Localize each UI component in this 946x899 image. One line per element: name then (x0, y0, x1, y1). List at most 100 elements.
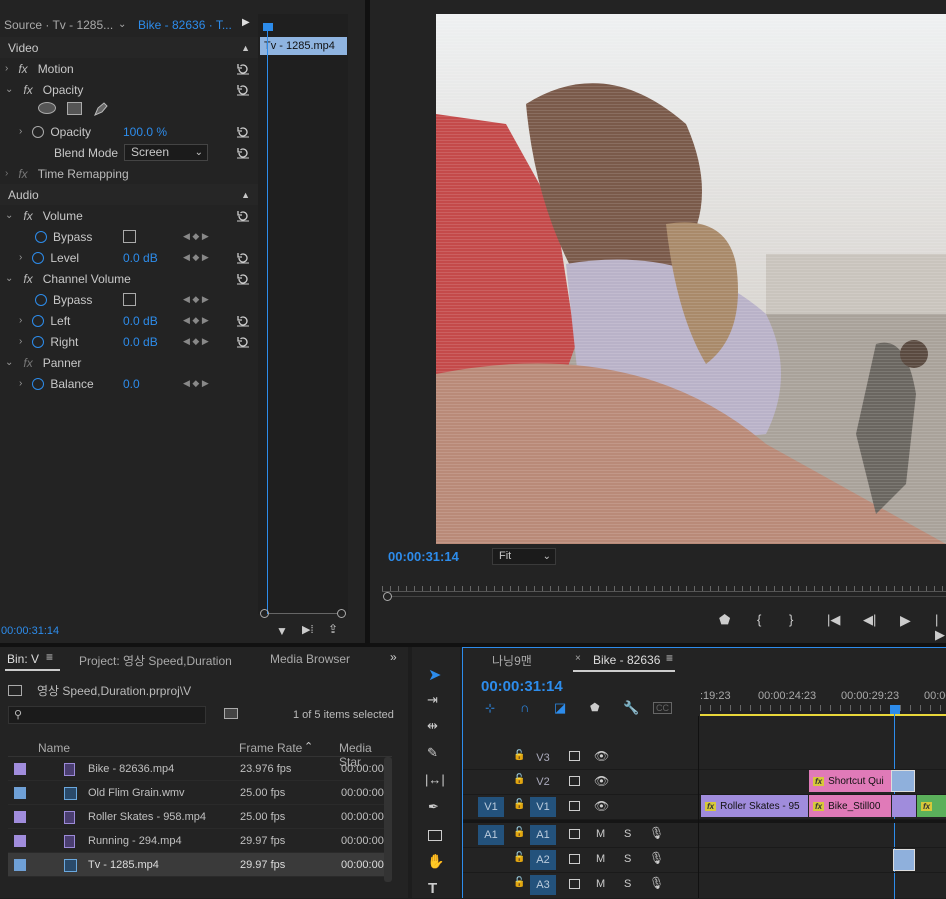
stopwatch-icon[interactable] (35, 293, 47, 306)
wrench-icon[interactable]: 🔧 (623, 700, 639, 716)
fx-icon[interactable]: fx (23, 209, 32, 223)
table-row[interactable]: Running - 294.mp4 29.97 fps 00:00:00 (8, 829, 384, 853)
add-marker-icon[interactable]: ⬟ (719, 612, 730, 628)
sync-lock-icon[interactable] (569, 854, 580, 864)
chevron-right-icon[interactable]: › (19, 336, 22, 347)
program-scrub-start[interactable] (383, 592, 392, 601)
sync-lock-icon[interactable] (569, 829, 580, 839)
keyframe-nav[interactable]: ◀ ◆ ▶ (183, 294, 209, 305)
reset-icon[interactable] (236, 62, 250, 76)
track-label[interactable]: A2 (530, 850, 556, 870)
ellipse-mask-icon[interactable] (38, 102, 56, 114)
timeline-timecode[interactable]: 00:00:31:14 (481, 678, 563, 695)
solo-button[interactable]: S (624, 878, 631, 890)
captions-icon[interactable]: CC (653, 702, 672, 714)
effect-panner[interactable]: ⌄ fx Panner (0, 352, 258, 373)
collapse-icon[interactable]: ▲ (241, 190, 250, 200)
slip-tool-icon[interactable]: |↔| (425, 772, 445, 787)
track-select-tool-icon[interactable]: ⇥ (427, 692, 438, 708)
program-scrubbar[interactable] (392, 596, 946, 597)
mute-button[interactable]: M (596, 853, 605, 865)
tab-bin[interactable]: Bin: V (7, 652, 39, 666)
fx-icon[interactable]: fx (18, 62, 27, 76)
chevron-right-icon[interactable]: › (5, 63, 8, 74)
fx-icon[interactable]: fx (18, 167, 27, 181)
lock-icon[interactable]: 🔓 (513, 799, 525, 810)
clip-shortcut[interactable]: fx Shortcut Qui (809, 770, 891, 792)
reset-icon[interactable] (236, 146, 250, 160)
keyframe-nav[interactable]: ◀ ◆ ▶ (183, 252, 209, 263)
track-label[interactable]: V3 (530, 748, 556, 768)
reset-icon[interactable] (236, 314, 250, 328)
stopwatch-icon[interactable] (32, 377, 45, 390)
track-label[interactable]: A1 (530, 825, 556, 845)
stopwatch-icon[interactable] (32, 314, 45, 327)
mark-out-icon[interactable]: } (789, 612, 793, 627)
mark-in-icon[interactable]: { (757, 612, 761, 627)
zoom-handle-left[interactable] (260, 609, 269, 618)
audio-clip[interactable] (893, 849, 915, 871)
sync-lock-icon[interactable] (569, 776, 580, 786)
reset-icon[interactable] (236, 209, 250, 223)
track-label[interactable]: V2 (530, 772, 556, 792)
chevron-down-icon[interactable]: ⌄ (5, 357, 13, 368)
stopwatch-icon[interactable] (32, 335, 45, 348)
chevron-right-icon[interactable]: › (19, 252, 22, 263)
chevron-right-icon[interactable]: › (19, 126, 22, 137)
track-label[interactable]: A3 (530, 875, 556, 895)
rectangle-tool-icon[interactable] (428, 830, 442, 841)
clip-green[interactable]: fx (917, 795, 946, 817)
clip-purple-short[interactable] (892, 795, 916, 817)
go-to-in-icon[interactable]: |◀ (827, 612, 840, 628)
stopwatch-icon[interactable] (32, 125, 45, 138)
export-icon[interactable]: ⇪ (328, 622, 338, 636)
effect-opacity[interactable]: ⌄ fx Opacity (0, 79, 258, 100)
bypass-checkbox[interactable] (123, 293, 136, 306)
playhead-marker[interactable] (890, 705, 900, 714)
keyframe-nav[interactable]: ◀ ◆ ▶ (183, 315, 209, 326)
lock-icon[interactable]: 🔓 (513, 827, 525, 838)
microphone-icon[interactable]: 🎙 (649, 851, 664, 865)
zoom-handle-right[interactable] (337, 609, 346, 618)
stopwatch-icon[interactable] (32, 251, 45, 264)
microphone-icon[interactable]: 🎙 (649, 826, 664, 840)
balance-value[interactable]: 0.0 (123, 377, 140, 391)
eye-icon[interactable]: 👁 (594, 799, 609, 813)
tab-project[interactable]: Project: 영상 Speed,Duration (79, 652, 232, 669)
search-input[interactable] (29, 708, 199, 722)
magnet-icon[interactable]: ∩ (520, 700, 529, 715)
work-area-bar[interactable] (700, 714, 946, 716)
audio-section-header[interactable]: Audio ▲ (0, 184, 258, 205)
close-icon[interactable]: × (575, 653, 581, 664)
zoom-bar[interactable] (269, 613, 337, 614)
lock-icon[interactable]: 🔓 (513, 774, 525, 785)
sort-asc-icon[interactable]: ⌃ (304, 740, 313, 753)
effect-motion[interactable]: › fx Motion (0, 58, 258, 79)
microphone-icon[interactable]: 🎙 (649, 876, 664, 890)
menu-icon[interactable]: ≡ (46, 650, 53, 664)
vertical-divider[interactable] (365, 0, 370, 643)
fx-icon[interactable]: fx (23, 356, 32, 370)
eye-icon[interactable]: 👁 (594, 774, 609, 788)
effect-channel-volume[interactable]: ⌄ fx Channel Volume (0, 268, 258, 289)
reset-icon[interactable] (236, 272, 250, 286)
keyframe-nav[interactable]: ◀ ◆ ▶ (183, 231, 209, 242)
keyframe-nav[interactable]: ◀ ◆ ▶ (183, 378, 209, 389)
pen-mask-icon[interactable] (92, 100, 110, 118)
chevron-right-icon[interactable]: › (5, 168, 8, 179)
table-row-selected[interactable]: Tv - 1285.mp4 29.97 fps 00:00:00 (8, 853, 384, 877)
pen-tool-icon[interactable]: ✒ (428, 799, 439, 815)
col-frame-rate[interactable]: Frame Rate (239, 741, 302, 755)
clip-bike[interactable]: fx Bike_Still00 (809, 795, 891, 817)
snap-nest-icon[interactable]: ⊹ (485, 701, 495, 715)
sequence-tab-1[interactable]: 나닝9맨 (492, 652, 532, 669)
collapse-icon[interactable]: ▲ (241, 43, 250, 53)
keyframe-nav[interactable]: ◀ ◆ ▶ (183, 336, 209, 347)
reset-icon[interactable] (236, 251, 250, 265)
step-back-icon[interactable]: ◀| (863, 612, 876, 628)
chevron-right-icon[interactable]: › (19, 315, 22, 326)
rectangle-mask-icon[interactable] (67, 102, 82, 115)
chevron-right-icon[interactable]: › (19, 378, 22, 389)
lock-icon[interactable]: 🔓 (513, 852, 525, 863)
program-ruler[interactable] (382, 578, 946, 592)
